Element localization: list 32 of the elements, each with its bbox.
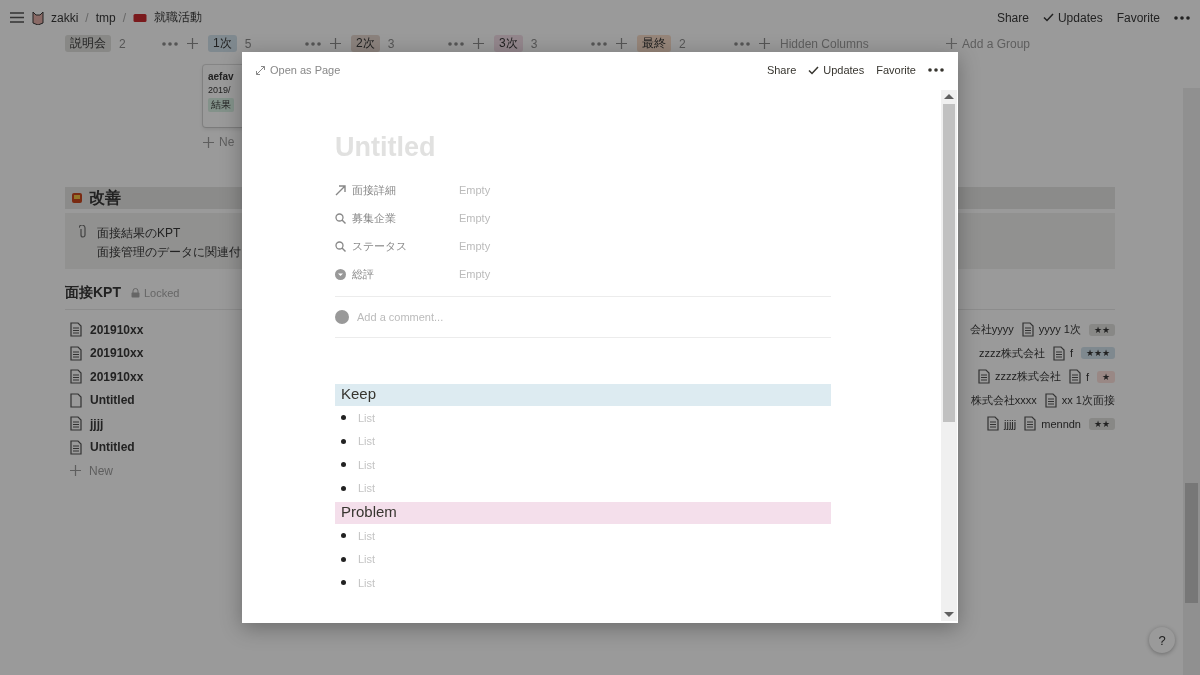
card-tag: 結果	[208, 98, 234, 112]
property-value: 株式会社xxxx	[970, 392, 1037, 408]
hidden-columns-label: Hidden Columns	[780, 36, 869, 51]
rating-tag: ★	[1097, 370, 1115, 383]
group-count: 3	[387, 36, 395, 51]
group-label: 3次	[494, 35, 523, 52]
breadcrumb-separator: /	[85, 10, 89, 25]
group-label: 2次	[351, 35, 380, 52]
property-value: menndn	[1041, 417, 1081, 430]
property-value: 会社yyyy	[969, 322, 1014, 338]
rating-tag: ★★★	[1081, 347, 1115, 360]
group-label: 最終	[637, 35, 671, 52]
group-count: 3	[530, 36, 538, 51]
section-heading: 改善	[89, 187, 121, 208]
property-value: yyyy 1次	[1038, 322, 1081, 338]
property-value: f	[1085, 370, 1089, 383]
card-date: 2019/	[208, 85, 232, 95]
group-count: 2	[679, 36, 686, 51]
group-count: 2	[119, 36, 126, 51]
rating-tag: ★★	[1089, 323, 1115, 336]
property-value: zzzz株式会社	[994, 369, 1061, 385]
callout-text: 面接管理のデータに関連付	[97, 244, 241, 261]
property-value: jjjjj	[1004, 417, 1017, 430]
rating-tag: ★★	[1089, 417, 1115, 430]
database-title: 面接KPT	[65, 284, 121, 302]
group-label: 説明会	[65, 35, 111, 52]
breadcrumb-separator: /	[122, 10, 127, 25]
group-count: 5	[244, 36, 252, 51]
property-value: xx 1次面接	[1061, 392, 1115, 408]
property-value: zzzz株式会社	[978, 345, 1045, 361]
group-label: 1次	[208, 35, 237, 52]
property-value: f	[1069, 347, 1073, 360]
